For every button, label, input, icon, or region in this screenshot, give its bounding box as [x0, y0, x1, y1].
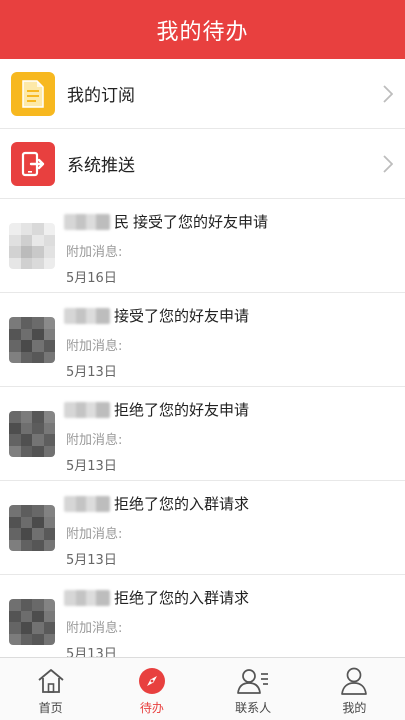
extra-message-label: 附加消息:: [66, 433, 123, 448]
tab-label: 联系人: [235, 701, 272, 715]
todo-list[interactable]: 我的订阅 系统推送 民 接受了您的好友申请 附加消息: 5月16日 接受了您的好…: [0, 59, 405, 657]
message-action: 接受了您的好友申请: [133, 213, 269, 231]
tab-contacts[interactable]: 联系人: [203, 658, 304, 720]
sender-name: [64, 401, 110, 418]
message-text: 拒绝了您的好友申请: [64, 399, 249, 420]
message-text: 民 接受了您的好友申请: [64, 211, 268, 232]
sender-name: [64, 589, 110, 606]
contacts-icon: [236, 664, 270, 698]
message-action: 拒绝了您的入群请求: [114, 589, 250, 607]
extra-message-label: 附加消息:: [66, 621, 123, 636]
avatar: [9, 505, 55, 551]
extra-message-label: 附加消息:: [66, 245, 123, 260]
person-icon: [339, 664, 369, 698]
tab-todo[interactable]: 待办: [101, 658, 202, 720]
document-list-icon: [11, 71, 55, 116]
entry-system-push[interactable]: 系统推送: [0, 129, 405, 199]
tab-label: 我的: [342, 701, 367, 715]
avatar: [9, 223, 55, 269]
message-text: 拒绝了您的入群请求: [64, 587, 249, 608]
app-header: 我的待办: [0, 0, 405, 59]
extra-message-label: 附加消息:: [66, 527, 123, 542]
message-text: 接受了您的好友申请: [64, 305, 249, 326]
message-date: 5月13日: [66, 553, 117, 568]
page-title: 我的待办: [156, 19, 249, 45]
sender-name: [64, 213, 110, 230]
message-action: 拒绝了您的入群请求: [114, 495, 250, 513]
tab-label: 待办: [139, 701, 164, 715]
tab-label: 首页: [38, 701, 63, 715]
home-icon: [36, 664, 66, 698]
list-item[interactable]: 拒绝了您的好友申请 附加消息: 5月13日: [0, 387, 405, 481]
bottom-tab-bar: 首页 待办 联系人 我的: [0, 657, 405, 720]
sender-name: [64, 307, 110, 324]
message-action: 接受了您的好友申请: [114, 307, 250, 325]
tab-home[interactable]: 首页: [0, 658, 101, 720]
message-date: 5月13日: [66, 459, 117, 474]
entry-label: 我的订阅: [67, 86, 135, 106]
message-date: 5月13日: [66, 365, 117, 380]
chevron-right-icon: [383, 154, 393, 173]
tab-mine[interactable]: 我的: [304, 658, 405, 720]
list-item[interactable]: 拒绝了您的入群请求 附加消息: 5月13日: [0, 481, 405, 575]
list-item[interactable]: 拒绝了您的入群请求 附加消息: 5月13日: [0, 575, 405, 657]
extra-message-label: 附加消息:: [66, 339, 123, 354]
sender-name: [64, 495, 110, 512]
compass-icon: [137, 664, 167, 698]
chevron-right-icon: [383, 84, 393, 103]
entry-label: 系统推送: [67, 156, 135, 176]
message-action: 拒绝了您的好友申请: [114, 401, 250, 419]
entry-my-subscription[interactable]: 我的订阅: [0, 59, 405, 129]
avatar: [9, 317, 55, 363]
sender-suffix: 民: [114, 213, 130, 231]
avatar: [9, 599, 55, 645]
list-item[interactable]: 民 接受了您的好友申请 附加消息: 5月16日: [0, 199, 405, 293]
message-date: 5月16日: [66, 271, 117, 286]
phone-exit-icon: [11, 141, 55, 186]
avatar: [9, 411, 55, 457]
list-item[interactable]: 接受了您的好友申请 附加消息: 5月13日: [0, 293, 405, 387]
message-text: 拒绝了您的入群请求: [64, 493, 249, 514]
message-date: 5月13日: [66, 647, 117, 657]
